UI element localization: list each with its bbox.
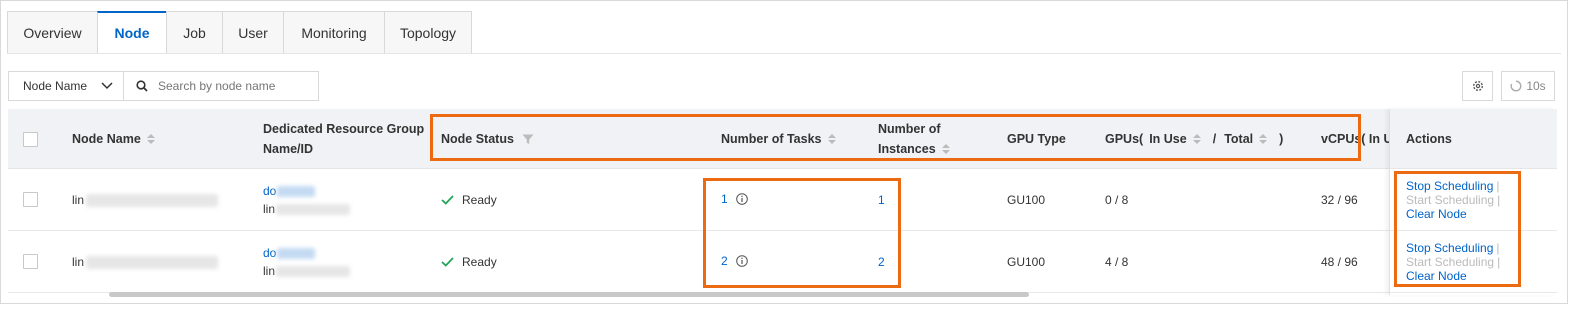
node-name: lin (72, 193, 85, 207)
tab-user[interactable]: User (222, 11, 283, 54)
gpu-type: GU100 (1007, 193, 1046, 207)
node-status-cell: Ready (441, 255, 497, 269)
gpu-type-cell: GU100 (1007, 255, 1045, 269)
gpus-usage: 0 / 8 (1105, 193, 1129, 207)
vcpus-usage: 32 / 96 (1321, 193, 1358, 207)
check-icon (441, 257, 454, 267)
refresh-interval-label: 10s (1526, 79, 1546, 93)
gpu-type-cell: GU100 (1007, 193, 1045, 207)
tab-bar: Overview Node Job User Monitoring Topolo… (7, 11, 472, 54)
gpus-usage: 4 / 8 (1105, 255, 1129, 269)
resource-group-id: lin (263, 200, 351, 218)
node-name-cell: lin (72, 193, 219, 207)
filter-field-label: Node Name (23, 79, 88, 93)
search-icon (136, 80, 148, 92)
chevron-down-icon (101, 82, 113, 90)
row-checkbox[interactable] (23, 254, 38, 269)
filter-field-select[interactable]: Node Name (9, 72, 124, 100)
horizontal-scrollbar[interactable] (109, 292, 1029, 297)
row-checkbox-cell (23, 254, 38, 269)
tab-topology[interactable]: Topology (384, 11, 472, 54)
header-actions-label: Actions (1406, 131, 1452, 146)
tab-monitoring[interactable]: Monitoring (283, 11, 384, 54)
header-resource-group: Dedicated Resource Group Name/ID (263, 109, 424, 169)
tasks-instances-highlight-box (703, 178, 901, 288)
node-status: Ready (462, 255, 497, 269)
select-all-checkbox[interactable] (23, 131, 38, 147)
row-checkbox-cell (23, 192, 38, 207)
refresh-button[interactable]: 10s (1501, 71, 1555, 101)
resource-group-id-text: lin (263, 264, 276, 278)
header-node-name[interactable]: Node Name (72, 109, 155, 169)
settings-button[interactable] (1462, 71, 1493, 101)
gear-icon (1472, 80, 1483, 92)
check-icon (441, 195, 454, 205)
resource-group-link[interactable]: do (263, 246, 276, 260)
resource-group-name[interactable]: do (263, 244, 316, 262)
header-highlight-box (430, 114, 1361, 161)
resource-group-cell: do lin (263, 244, 351, 280)
redacted-node-name (86, 193, 219, 207)
resource-group-id-text: lin (263, 202, 276, 216)
resource-group-id: lin (263, 262, 351, 280)
resource-group-link[interactable]: do (263, 184, 276, 198)
header-actions: Actions (1390, 109, 1557, 169)
tab-node[interactable]: Node (97, 11, 166, 54)
tab-overview[interactable]: Overview (7, 11, 97, 54)
search-filter: Node Name (8, 71, 319, 101)
header-resource-group-line2: Name/ID (263, 142, 314, 156)
row-checkbox[interactable] (23, 192, 38, 207)
select-all-cell (23, 109, 38, 169)
gpus-cell: 0 / 8 (1105, 193, 1128, 207)
sort-icon[interactable] (146, 134, 155, 144)
header-node-name-label: Node Name (72, 132, 141, 146)
actions-highlight-box (1394, 171, 1521, 287)
vcpus-cell: 32 / 96 (1321, 193, 1358, 207)
node-name-cell: lin (72, 255, 219, 269)
resource-group-cell: do lin (263, 182, 351, 218)
redacted-group-name (277, 185, 316, 197)
search-box (124, 79, 318, 93)
gpu-type: GU100 (1007, 255, 1046, 269)
vcpus-usage: 48 / 96 (1321, 255, 1358, 269)
tab-divider (7, 53, 1561, 54)
redacted-group-id (276, 203, 351, 215)
redacted-group-name (277, 247, 316, 259)
redacted-group-id (276, 265, 351, 277)
vcpus-cell: 48 / 96 (1321, 255, 1358, 269)
header-resource-group-line1: Dedicated Resource Group (263, 122, 425, 136)
search-input[interactable] (158, 79, 318, 93)
tab-job[interactable]: Job (166, 11, 222, 54)
node-status: Ready (462, 193, 497, 207)
node-status-cell: Ready (441, 193, 497, 207)
node-name: lin (72, 255, 85, 269)
redacted-node-name (86, 255, 219, 269)
gpus-cell: 4 / 8 (1105, 255, 1128, 269)
refresh-icon (1510, 80, 1522, 92)
resource-group-name[interactable]: do (263, 182, 316, 200)
